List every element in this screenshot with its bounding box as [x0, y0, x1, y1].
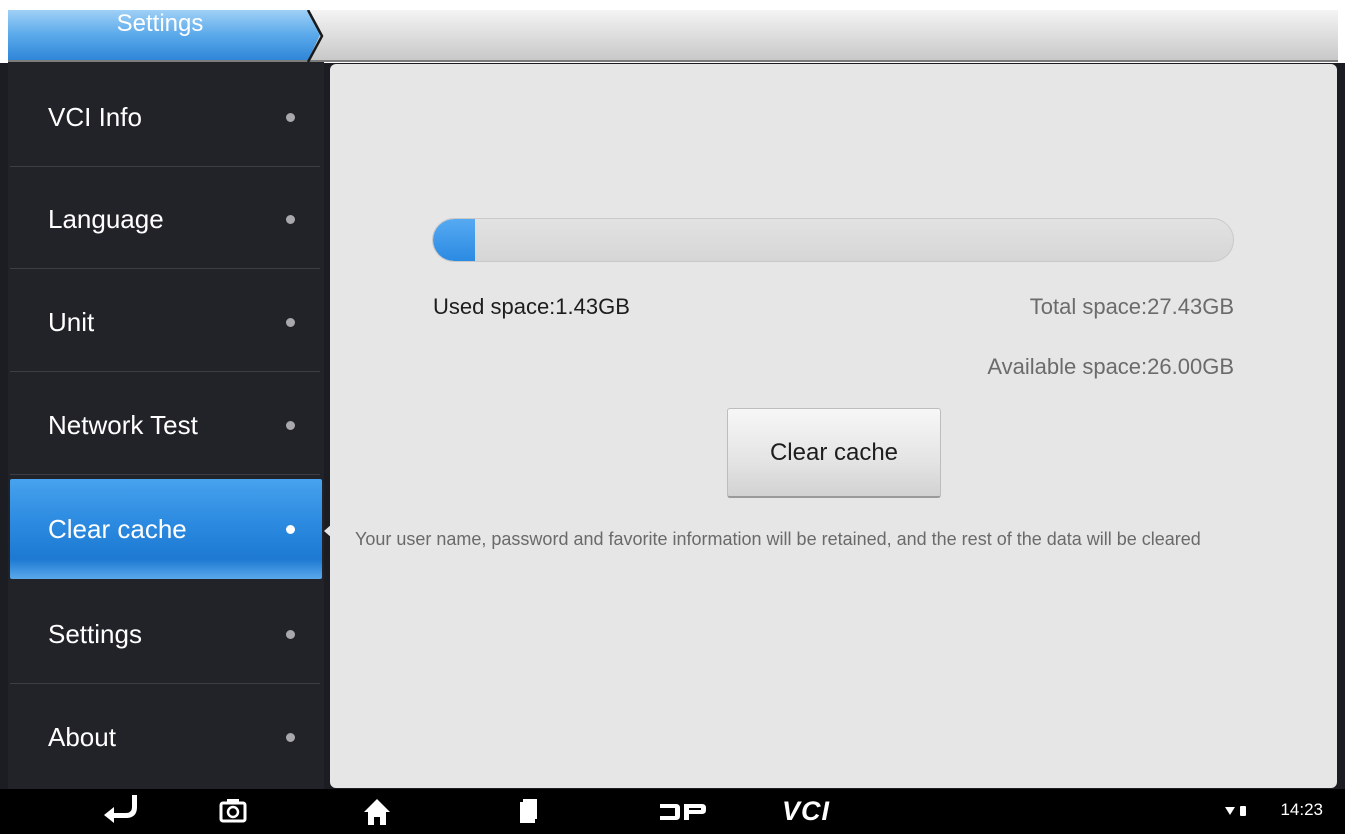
sidebar-item-vci-info[interactable]: VCI Info	[10, 67, 320, 167]
sidebar-item-language[interactable]: Language	[10, 169, 320, 269]
status-time: 14:23	[1280, 800, 1323, 819]
home-icon[interactable]	[362, 789, 392, 834]
dot-icon	[286, 525, 295, 534]
top-tab-bar: Settings	[0, 0, 1345, 63]
wifi-icon	[1225, 807, 1235, 815]
screenshot-icon[interactable]	[218, 789, 248, 834]
back-icon[interactable]	[100, 789, 140, 834]
sidebar-item-label: VCI Info	[48, 102, 142, 132]
status-icons	[1225, 806, 1246, 816]
sidebar-item-about[interactable]: About	[10, 687, 320, 787]
dot-icon	[286, 215, 295, 224]
dot-icon	[286, 733, 295, 742]
system-nav-bar: VCI 14:23	[0, 789, 1345, 834]
sidebar-item-label: Unit	[48, 307, 95, 337]
sidebar-item-clear-cache[interactable]: Clear cache	[10, 479, 322, 579]
clear-cache-button[interactable]: Clear cache	[727, 408, 941, 498]
tab-divider	[306, 10, 324, 62]
info-text: Your user name, password and favorite in…	[355, 529, 1201, 549]
dot-icon	[286, 113, 295, 122]
total-space-label: Total space:27.43GB	[1029, 294, 1234, 319]
sidebar-item-label: Language	[48, 204, 164, 234]
sidebar-item-label: Clear cache	[48, 514, 187, 544]
sidebar-item-settings[interactable]: Settings	[10, 584, 320, 684]
recent-apps-icon[interactable]	[516, 789, 540, 834]
used-space-label: Used space:1.43GB	[433, 294, 630, 319]
tab-settings-label: Settings	[116, 10, 204, 37]
sidebar-item-label: About	[48, 722, 116, 752]
sidebar-item-network-test[interactable]: Network Test	[10, 375, 320, 475]
dot-icon	[286, 318, 295, 327]
available-space-label: Available space:26.00GB	[987, 354, 1234, 379]
sidebar: VCI Info Language Unit Network Test Clea…	[8, 62, 324, 789]
dp-logo-icon[interactable]	[658, 789, 708, 834]
sidebar-item-label: Network Test	[48, 410, 198, 440]
vci-logo-icon[interactable]: VCI	[782, 789, 852, 834]
sidebar-item-unit[interactable]: Unit	[10, 272, 320, 372]
dot-icon	[286, 630, 295, 639]
dot-icon	[286, 421, 295, 430]
main-panel: Used space:1.43GB Total space:27.43GB Av…	[330, 64, 1337, 788]
battery-icon	[1240, 806, 1246, 816]
storage-progress-fill	[433, 219, 475, 261]
storage-progress-bar	[432, 218, 1234, 262]
sidebar-item-label: Settings	[48, 619, 142, 649]
